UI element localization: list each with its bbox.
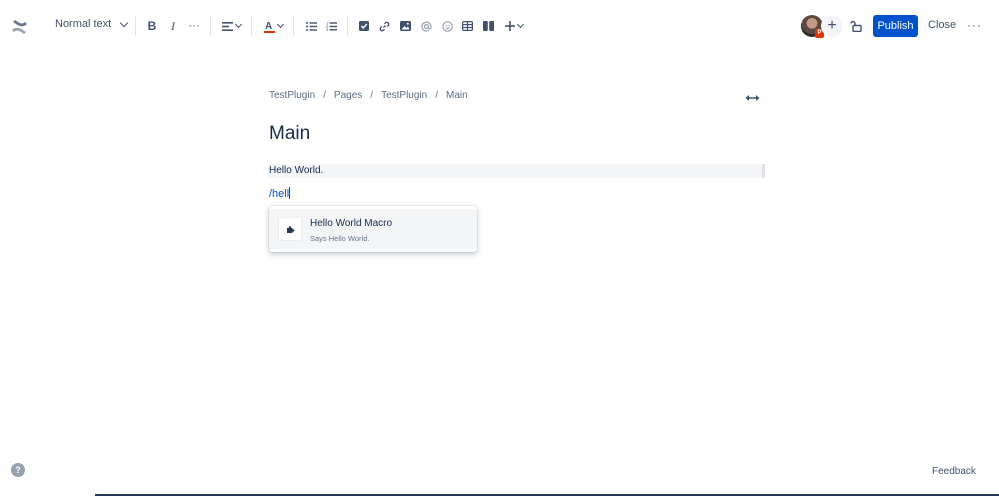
bold-icon[interactable]: B xyxy=(145,16,159,36)
page-title[interactable]: Main xyxy=(269,123,310,145)
align-left-icon xyxy=(221,21,233,31)
typeahead-item[interactable]: Hello World Macro Says Hello World. xyxy=(269,209,477,249)
layouts-icon[interactable] xyxy=(481,16,495,36)
typeahead-item-description: Says Hello World. xyxy=(310,234,370,243)
bullet-list-icon[interactable] xyxy=(304,16,318,36)
toolbar-divider xyxy=(347,17,348,35)
image-icon[interactable] xyxy=(398,16,412,36)
text-cursor xyxy=(289,187,291,199)
breadcrumb-separator: / xyxy=(370,90,374,101)
svg-text:3: 3 xyxy=(326,27,329,31)
plus-icon xyxy=(505,21,515,31)
breadcrumb-separator: / xyxy=(323,90,326,101)
chevron-down-icon xyxy=(516,20,525,29)
more-formatting-icon[interactable]: ··· xyxy=(186,16,202,36)
text-color-icon: A xyxy=(263,21,275,33)
mention-icon[interactable] xyxy=(419,16,433,36)
close-button[interactable]: Close xyxy=(928,19,956,31)
chevron-down-icon xyxy=(234,20,242,29)
toolbar-divider xyxy=(210,17,211,35)
restrictions-unlock-icon[interactable] xyxy=(849,16,863,36)
puzzle-piece-icon xyxy=(278,217,302,241)
chevron-down-icon xyxy=(276,20,284,29)
more-actions-icon[interactable]: ··· xyxy=(967,18,982,32)
action-item-icon[interactable] xyxy=(357,16,371,36)
table-icon[interactable] xyxy=(460,16,474,36)
breadcrumb-item-pages[interactable]: Pages xyxy=(334,90,362,101)
breadcrumb-item-current[interactable]: Main xyxy=(446,90,468,101)
text-style-dropdown[interactable]: Normal text xyxy=(55,18,129,30)
feedback-button[interactable]: Feedback xyxy=(932,466,976,477)
toolbar-divider xyxy=(135,17,136,35)
slash-command-input[interactable]: /hell xyxy=(269,187,291,200)
breadcrumb: TestPlugin / Pages / TestPlugin / Main xyxy=(269,90,468,101)
numbered-list-icon[interactable]: 123 xyxy=(324,16,338,36)
link-icon[interactable] xyxy=(377,16,391,36)
breadcrumb-item-space[interactable]: TestPlugin xyxy=(269,90,315,101)
text-color-dropdown[interactable]: A xyxy=(262,16,284,36)
help-icon[interactable]: ? xyxy=(11,463,25,477)
italic-icon[interactable]: I xyxy=(166,16,180,36)
breadcrumb-item-parent[interactable]: TestPlugin xyxy=(381,90,427,101)
slash-command-text: /hell xyxy=(269,188,290,200)
typeahead-menu: Hello World Macro Says Hello World. xyxy=(269,206,477,252)
text-style-label: Normal text xyxy=(55,18,112,30)
confluence-logo-icon[interactable] xyxy=(10,17,28,37)
toolbar-divider xyxy=(293,17,294,35)
chevron-down-icon xyxy=(120,18,129,27)
svg-text:A: A xyxy=(265,21,272,32)
publish-button[interactable]: Publish xyxy=(873,15,918,37)
toolbar-divider xyxy=(251,17,252,35)
full-width-toggle-icon[interactable] xyxy=(745,90,760,108)
emoji-icon[interactable] xyxy=(440,16,454,36)
paragraph[interactable]: Hello World. xyxy=(268,164,765,178)
alignment-dropdown[interactable] xyxy=(220,16,242,36)
typeahead-item-title: Hello World Macro xyxy=(310,218,393,229)
breadcrumb-separator: / xyxy=(435,90,438,101)
invite-button[interactable]: + xyxy=(821,15,843,37)
editor-toolbar: Normal text B I ··· A 123 P + Publish Cl… xyxy=(0,0,999,52)
insert-dropdown[interactable] xyxy=(503,16,525,36)
